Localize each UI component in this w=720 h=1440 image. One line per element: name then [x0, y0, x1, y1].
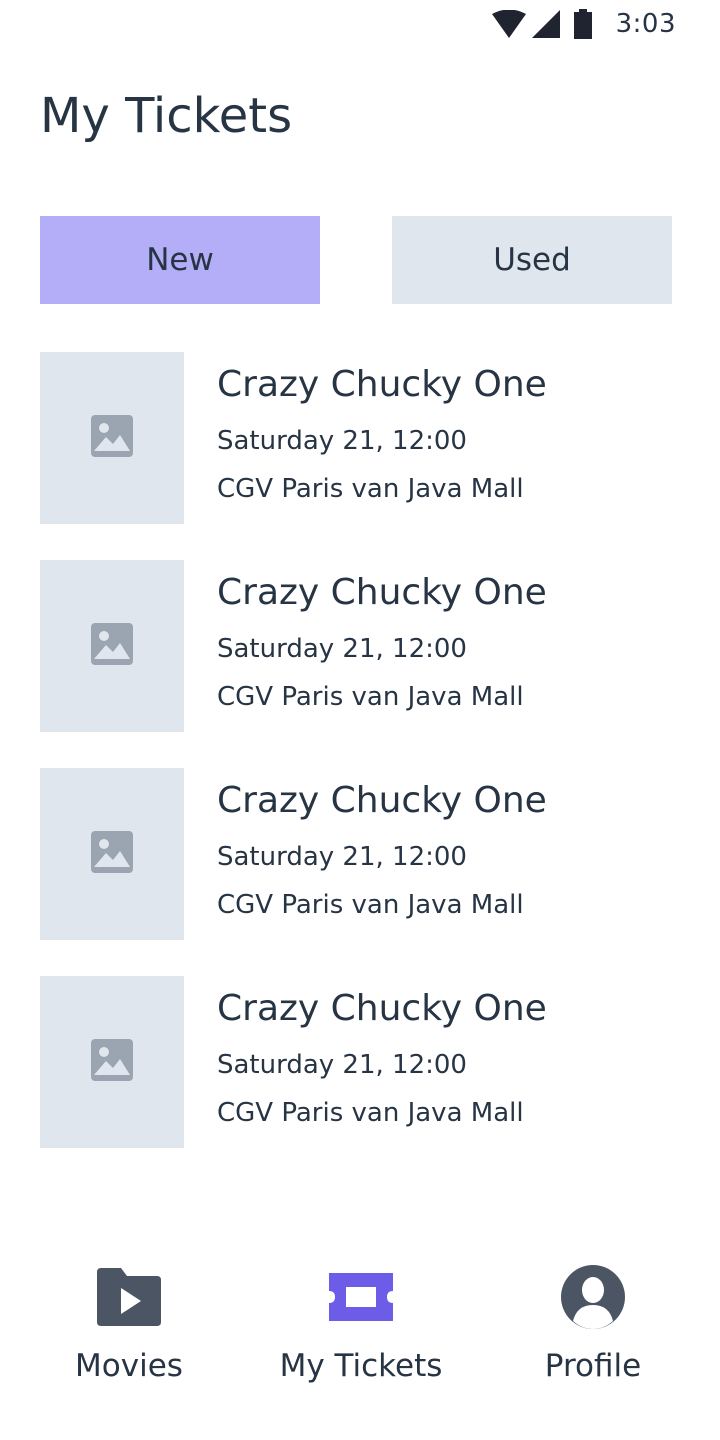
ticket-time: Saturday 21, 12:00 [217, 842, 467, 872]
ticket-icon [328, 1264, 394, 1330]
image-placeholder-icon [91, 1039, 133, 1085]
nav-label-profile: Profile [544, 1348, 642, 1384]
ticket-thumbnail [40, 976, 184, 1148]
status-icons: 3:03 [491, 8, 676, 40]
ticket-title: Crazy Chucky One [217, 364, 547, 405]
battery-icon [573, 9, 592, 39]
bottom-nav: Movies My Tickets Profile [0, 1240, 720, 1440]
ticket-venue: CGV Paris van Java Mall [217, 474, 524, 504]
ticket-title: Crazy Chucky One [217, 572, 547, 613]
image-placeholder-icon [91, 415, 133, 461]
nav-label-my-tickets: My Tickets [279, 1348, 443, 1384]
ticket-thumbnail [40, 560, 184, 732]
wifi-icon [491, 10, 526, 38]
ticket-thumbnail [40, 352, 184, 524]
ticket-item[interactable]: Crazy Chucky One Saturday 21, 12:00 CGV … [40, 352, 680, 524]
nav-label-movies: Movies [75, 1348, 183, 1384]
ticket-time: Saturday 21, 12:00 [217, 1050, 467, 1080]
ticket-item[interactable]: Crazy Chucky One Saturday 21, 12:00 CGV … [40, 768, 680, 940]
ticket-item[interactable]: Crazy Chucky One Saturday 21, 12:00 CGV … [40, 560, 680, 732]
nav-item-movies[interactable]: Movies [19, 1264, 239, 1384]
status-bar: 3:03 [0, 0, 720, 48]
ticket-venue: CGV Paris van Java Mall [217, 682, 524, 712]
ticket-time: Saturday 21, 12:00 [217, 634, 467, 664]
ticket-venue: CGV Paris van Java Mall [217, 1098, 524, 1128]
ticket-time: Saturday 21, 12:00 [217, 426, 467, 456]
ticket-title: Crazy Chucky One [217, 780, 547, 821]
nav-item-my-tickets[interactable]: My Tickets [251, 1264, 471, 1384]
page-title: My Tickets [40, 88, 293, 144]
tab-used-label: Used [493, 242, 571, 278]
image-placeholder-icon [91, 831, 133, 877]
ticket-list: Crazy Chucky One Saturday 21, 12:00 CGV … [40, 352, 680, 1184]
ticket-item[interactable]: Crazy Chucky One Saturday 21, 12:00 CGV … [40, 976, 680, 1148]
tab-new[interactable]: New [40, 216, 320, 304]
ticket-venue: CGV Paris van Java Mall [217, 890, 524, 920]
status-time: 3:03 [615, 9, 676, 39]
profile-icon [560, 1264, 626, 1330]
ticket-thumbnail [40, 768, 184, 940]
tab-used[interactable]: Used [392, 216, 672, 304]
image-placeholder-icon [91, 623, 133, 669]
nav-item-profile[interactable]: Profile [483, 1264, 703, 1384]
signal-icon [531, 10, 560, 38]
ticket-title: Crazy Chucky One [217, 988, 547, 1029]
movie-folder-icon [96, 1264, 162, 1330]
tab-new-label: New [146, 242, 214, 278]
